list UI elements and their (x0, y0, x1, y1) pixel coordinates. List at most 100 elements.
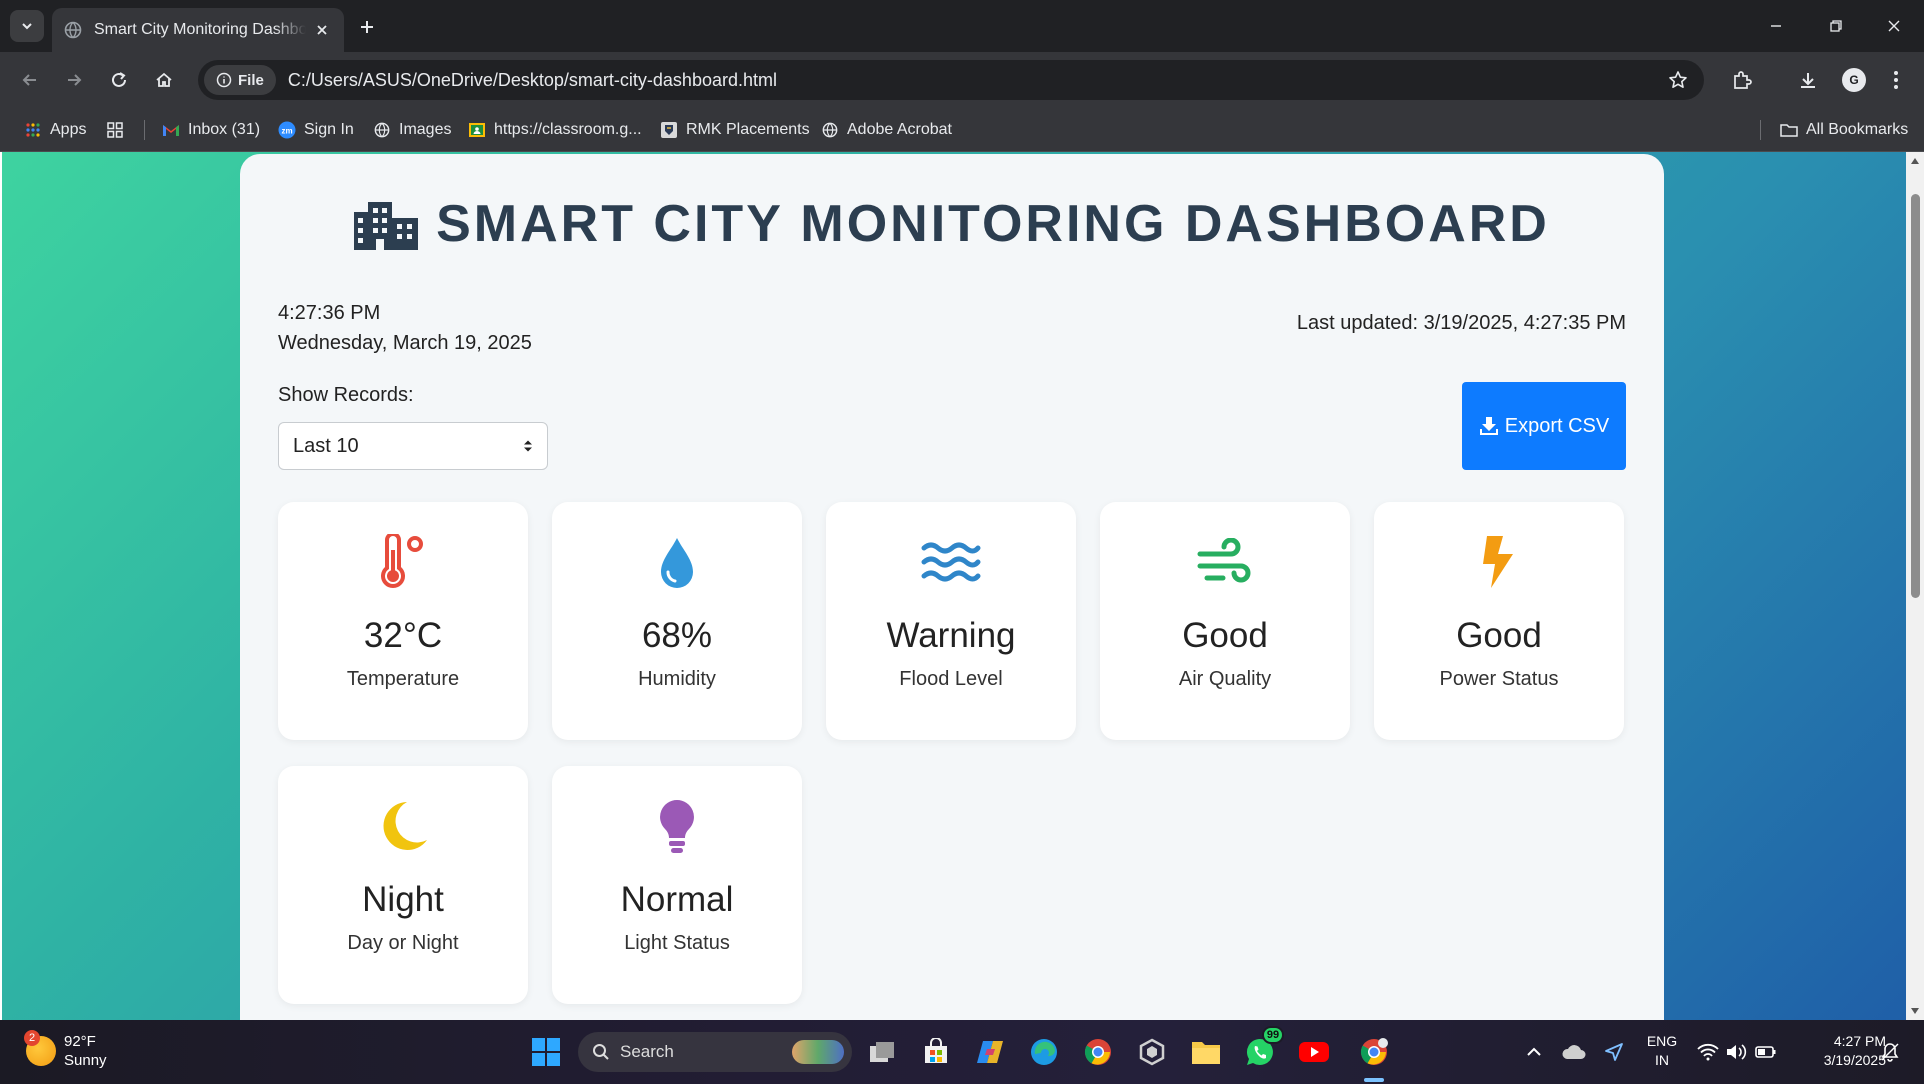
sensor-card-temperature: 32°C Temperature (278, 502, 528, 740)
sensor-card-light-status: Normal Light Status (552, 766, 802, 1004)
page-viewport: SMART CITY MONITORING DASHBOARD 4:27:36 … (2, 152, 1906, 1020)
scrollbar-thumb[interactable] (1911, 194, 1920, 598)
copilot-button[interactable] (972, 1034, 1008, 1070)
chrome-icon (1084, 1039, 1111, 1065)
task-view-button[interactable] (864, 1034, 900, 1070)
app-button[interactable] (1134, 1034, 1170, 1070)
show-hidden-icons-button[interactable] (1516, 1034, 1552, 1070)
notifications-button[interactable] (1872, 1034, 1908, 1070)
puzzle-icon (1734, 71, 1752, 89)
card-value: 68% (641, 616, 713, 655)
search-icon (593, 1044, 609, 1060)
bookmark-label: Sign In (304, 121, 354, 138)
bolt-icon (1481, 534, 1517, 590)
downloads-button[interactable] (1792, 64, 1824, 96)
browser-tab-active[interactable]: Smart City Monitoring Dashboard (52, 8, 344, 52)
youtube-button[interactable] (1296, 1034, 1332, 1070)
classroom-icon (468, 121, 486, 139)
onedrive-button[interactable] (1556, 1034, 1592, 1070)
restore-button[interactable] (1816, 10, 1856, 42)
bookmark-images[interactable]: Images (373, 118, 451, 142)
chrome-button[interactable] (1080, 1034, 1116, 1070)
sensor-card-day-night: Night Day or Night (278, 766, 528, 1004)
weather-widget[interactable]: 2 92°F Sunny (24, 1030, 107, 1070)
moon-icon (377, 798, 429, 854)
back-button[interactable] (14, 64, 46, 96)
card-value: Warning (886, 616, 1016, 655)
new-tab-button[interactable] (352, 12, 382, 42)
bookmark-label: RMK Placements (686, 121, 810, 138)
tab-groups-button[interactable] (106, 118, 132, 142)
close-window-button[interactable] (1874, 10, 1914, 42)
plus-icon (361, 21, 373, 33)
site-info-chip[interactable]: File (204, 65, 276, 95)
weather-temperature: 92°F (64, 1033, 96, 1050)
bell-icon (1881, 1043, 1899, 1062)
card-label: Humidity (638, 668, 716, 690)
bookmark-rmk-placements[interactable]: RMK Placements (660, 118, 810, 142)
export-csv-button[interactable]: Export CSV (1462, 382, 1626, 470)
minimize-icon (1771, 25, 1781, 27)
scroll-down-icon[interactable] (1910, 1006, 1920, 1016)
city-building-icon (354, 202, 419, 250)
more-vertical-icon (1894, 71, 1898, 89)
bookmark-label: Inbox (31) (188, 121, 261, 138)
all-bookmarks-button[interactable]: All Bookmarks (1780, 118, 1908, 142)
minimize-button[interactable] (1756, 10, 1796, 42)
microsoft-store-button[interactable] (918, 1034, 954, 1070)
extensions-button[interactable] (1726, 64, 1758, 96)
send-button[interactable] (1596, 1034, 1632, 1070)
bookmark-adobe-acrobat[interactable]: Adobe Acrobat (821, 118, 952, 142)
volume-icon (1727, 1044, 1747, 1060)
reload-button[interactable] (103, 64, 135, 96)
sensor-card-humidity: 68% Humidity (552, 502, 802, 740)
tab-search-button[interactable] (10, 10, 44, 42)
all-bookmarks-label: All Bookmarks (1806, 121, 1909, 138)
forward-button[interactable] (58, 64, 90, 96)
avatar: G (1842, 68, 1866, 92)
tab-close-button[interactable] (312, 20, 332, 40)
home-button[interactable] (148, 64, 180, 96)
tab-title: Smart City Monitoring Dashboard (94, 21, 306, 38)
info-icon (216, 72, 232, 88)
profile-button[interactable]: G (1838, 64, 1870, 96)
taskbar-search[interactable]: Search (578, 1032, 852, 1072)
scroll-up-icon[interactable] (1910, 156, 1920, 166)
browser-menu-button[interactable] (1880, 64, 1912, 96)
start-button[interactable] (528, 1034, 564, 1070)
water-waves-icon (921, 534, 981, 590)
current-time: 4:27:36 PM (278, 302, 381, 324)
home-icon (156, 72, 172, 87)
globe-icon (821, 121, 839, 139)
bookmark-apps[interactable]: Apps (24, 118, 86, 142)
cloud-icon (1562, 1045, 1586, 1059)
edge-button[interactable] (1026, 1034, 1062, 1070)
file-explorer-button[interactable] (1188, 1034, 1224, 1070)
last-updated-text: Last updated: 3/19/2025, 4:27:35 PM (1296, 312, 1626, 334)
globe-icon (64, 21, 82, 39)
bookmark-sign-in[interactable]: zm Sign In (278, 118, 354, 142)
search-placeholder: Search (620, 1042, 674, 1061)
language-code: ENG (1646, 1033, 1678, 1049)
bookmark-star-button[interactable] (1666, 68, 1690, 92)
whatsapp-button[interactable]: 99 (1242, 1026, 1284, 1070)
card-value: Good (1182, 616, 1268, 655)
address-bar[interactable]: File C:/Users/ASUS/OneDrive/Desktop/smar… (198, 60, 1704, 100)
language-indicator[interactable]: ENG IN (1642, 1032, 1682, 1070)
chrome-profile-button[interactable] (1356, 1034, 1392, 1070)
sensor-card-flood-level: Warning Flood Level (826, 502, 1076, 740)
battery-button[interactable] (1748, 1034, 1784, 1070)
windows-logo-icon (532, 1038, 560, 1066)
search-highlight-image (792, 1040, 844, 1064)
page-scrollbar[interactable] (1906, 152, 1924, 1020)
star-icon (1669, 71, 1687, 88)
bookmark-inbox[interactable]: Inbox (31) (162, 118, 260, 142)
card-label: Light Status (624, 932, 730, 954)
card-label: Air Quality (1178, 668, 1272, 690)
grid-icon (106, 121, 124, 139)
bookmark-classroom[interactable]: https://classroom.g... (468, 118, 642, 142)
battery-icon (1755, 1046, 1776, 1058)
chevron-down-icon (22, 23, 32, 30)
records-select[interactable]: Last 10 (278, 422, 548, 470)
card-label: Flood Level (899, 668, 1003, 690)
